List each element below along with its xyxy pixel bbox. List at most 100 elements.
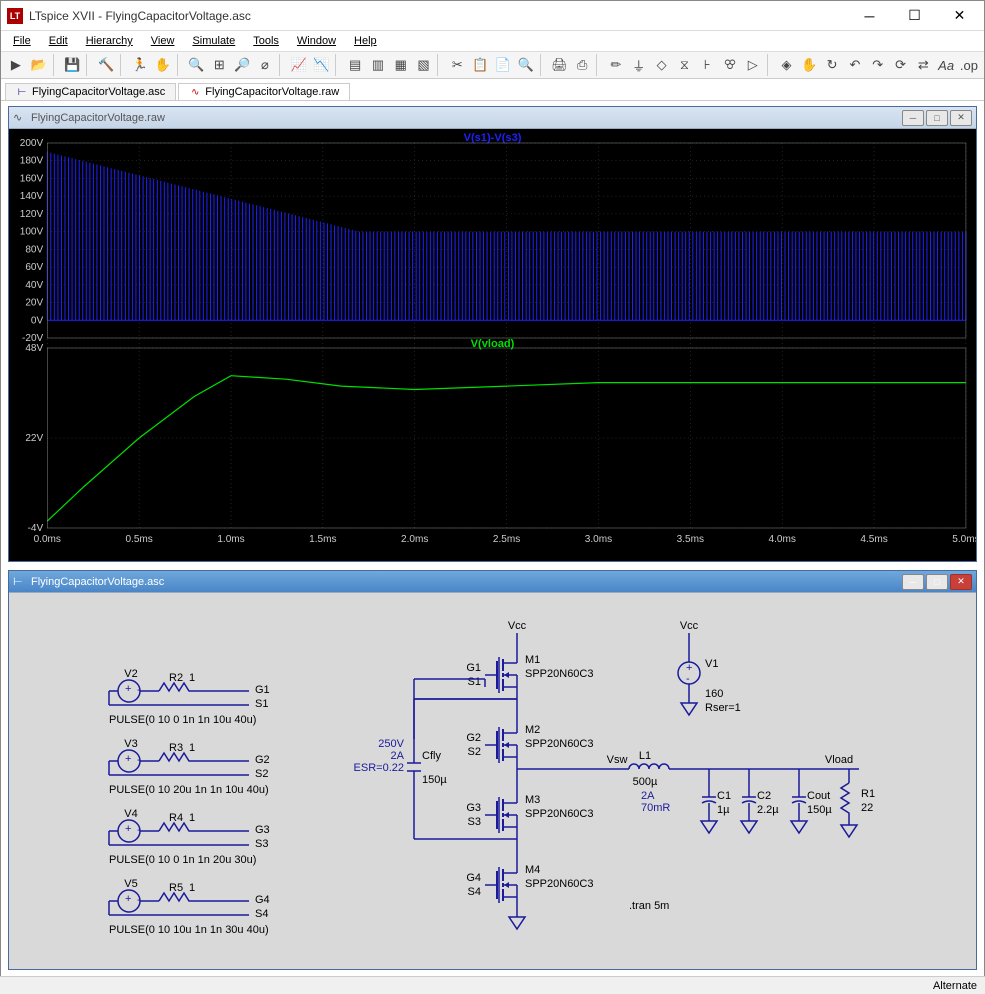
svg-text:R1: R1 bbox=[861, 788, 875, 800]
pick-trace-icon[interactable]: 📉 bbox=[311, 54, 333, 76]
svg-text:3.0ms: 3.0ms bbox=[585, 534, 612, 545]
inner-close-button[interactable]: ✕ bbox=[950, 110, 972, 126]
rotate-icon[interactable]: ⟳ bbox=[890, 54, 912, 76]
resistor-icon[interactable]: ⧖ bbox=[674, 54, 696, 76]
component-icon[interactable]: ◈ bbox=[776, 54, 798, 76]
inner-close-button[interactable]: ✕ bbox=[950, 574, 972, 590]
svg-text:+: + bbox=[125, 893, 131, 905]
print-setup-icon[interactable]: ⎙ bbox=[571, 54, 593, 76]
halt-icon[interactable]: ✋ bbox=[152, 54, 174, 76]
ground-icon[interactable]: ⏚ bbox=[628, 54, 650, 76]
new-schematic-icon[interactable]: ▶ bbox=[5, 54, 27, 76]
svg-text:G3: G3 bbox=[255, 824, 270, 836]
svg-text:2.5ms: 2.5ms bbox=[493, 534, 520, 545]
pan-icon[interactable]: ⊞ bbox=[208, 54, 230, 76]
mirror-icon[interactable]: ⇄ bbox=[912, 54, 934, 76]
capacitor-icon[interactable]: ⊦ bbox=[696, 54, 718, 76]
inductor-icon[interactable]: ꕢ bbox=[719, 54, 741, 76]
inner-minimize-button[interactable]: ─ bbox=[902, 574, 924, 590]
svg-text:80V: 80V bbox=[25, 244, 43, 255]
diode-icon[interactable]: ▷ bbox=[742, 54, 764, 76]
plot-window[interactable]: ∿ FlyingCapacitorVoltage.raw ─ □ ✕ -20V0… bbox=[8, 106, 977, 562]
svg-text:120V: 120V bbox=[20, 209, 44, 220]
cascade-icon[interactable]: ▦ bbox=[390, 54, 412, 76]
text-icon[interactable]: Aa bbox=[935, 54, 957, 76]
svg-text:1: 1 bbox=[189, 812, 195, 824]
svg-text:Cfly: Cfly bbox=[422, 750, 441, 762]
schematic-window[interactable]: ⊢ FlyingCapacitorVoltage.asc ─ □ ✕ +-V2R… bbox=[8, 570, 977, 970]
move-icon[interactable]: ✋ bbox=[798, 54, 820, 76]
inner-maximize-button[interactable]: □ bbox=[926, 574, 948, 590]
svg-text:140V: 140V bbox=[20, 191, 44, 202]
svg-text:2A: 2A bbox=[641, 790, 655, 802]
window-title: LTspice XVII - FlyingCapacitorVoltage.as… bbox=[29, 9, 847, 23]
plot-window-title-bar[interactable]: ∿ FlyingCapacitorVoltage.raw ─ □ ✕ bbox=[9, 107, 976, 129]
tab-asc[interactable]: ⊢ FlyingCapacitorVoltage.asc bbox=[5, 83, 176, 100]
schematic-window-title-bar[interactable]: ⊢ FlyingCapacitorVoltage.asc ─ □ ✕ bbox=[9, 571, 976, 593]
svg-text:S4: S4 bbox=[468, 886, 481, 898]
control-panel-icon[interactable]: 🔨 bbox=[95, 54, 117, 76]
inner-maximize-button[interactable]: □ bbox=[926, 110, 948, 126]
svg-text:-: - bbox=[137, 754, 141, 766]
schematic-canvas[interactable]: +-V2R21G1S1PULSE(0 10 0 1n 1n 10u 40u)+-… bbox=[9, 593, 976, 969]
svg-text:1.5ms: 1.5ms bbox=[309, 534, 336, 545]
svg-text:1.0ms: 1.0ms bbox=[217, 534, 244, 545]
zoom-fit-icon[interactable]: ⌀ bbox=[254, 54, 276, 76]
close-all-icon[interactable]: ▧ bbox=[413, 54, 435, 76]
draw-wire-icon[interactable]: ✏ bbox=[605, 54, 627, 76]
menu-edit[interactable]: Edit bbox=[41, 33, 76, 49]
svg-text:200V: 200V bbox=[20, 138, 44, 149]
svg-text:S3: S3 bbox=[255, 838, 268, 850]
menu-view[interactable]: View bbox=[143, 33, 183, 49]
maximize-button[interactable]: ☐ bbox=[892, 2, 937, 30]
svg-text:.tran 5m: .tran 5m bbox=[629, 900, 669, 912]
svg-text:C1: C1 bbox=[717, 790, 731, 802]
svg-text:2A: 2A bbox=[391, 750, 405, 762]
svg-text:G4: G4 bbox=[466, 872, 481, 884]
schematic-svg[interactable]: +-V2R21G1S1PULSE(0 10 0 1n 1n 10u 40u)+-… bbox=[9, 593, 976, 969]
plot-area[interactable]: -20V0V20V40V60V80V100V120V140V160V180V20… bbox=[9, 129, 976, 561]
redo-icon[interactable]: ↷ bbox=[867, 54, 889, 76]
schematic-icon: ⊢ bbox=[16, 86, 28, 98]
label-icon[interactable]: ◇ bbox=[651, 54, 673, 76]
minimize-button[interactable]: ─ bbox=[847, 2, 892, 30]
tile-vert-icon[interactable]: ▥ bbox=[367, 54, 389, 76]
find-icon[interactable]: 🔍 bbox=[515, 54, 537, 76]
undo-icon[interactable]: ↶ bbox=[844, 54, 866, 76]
menu-help[interactable]: Help bbox=[346, 33, 385, 49]
paste-icon[interactable]: 📄 bbox=[492, 54, 514, 76]
close-button[interactable]: ✕ bbox=[937, 2, 982, 30]
menu-tools[interactable]: Tools bbox=[245, 33, 287, 49]
svg-text:-4V: -4V bbox=[28, 523, 44, 534]
menu-file[interactable]: File bbox=[5, 33, 39, 49]
run-icon[interactable]: 🏃 bbox=[129, 54, 151, 76]
tile-horiz-icon[interactable]: ▤ bbox=[344, 54, 366, 76]
copy-icon[interactable]: 📋 bbox=[469, 54, 491, 76]
svg-text:5.0ms: 5.0ms bbox=[952, 534, 976, 545]
svg-text:V(s1)-V(s3): V(s1)-V(s3) bbox=[464, 132, 522, 144]
drag-icon[interactable]: ↻ bbox=[821, 54, 843, 76]
spice-directive-icon[interactable]: .op bbox=[958, 54, 980, 76]
menu-hierarchy[interactable]: Hierarchy bbox=[78, 33, 141, 49]
svg-text:SPP20N60C3: SPP20N60C3 bbox=[525, 668, 594, 680]
svg-text:1: 1 bbox=[189, 742, 195, 754]
svg-text:PULSE(0 10 10u 1n 1n 30u 40u): PULSE(0 10 10u 1n 1n 30u 40u) bbox=[109, 924, 269, 936]
menu-simulate[interactable]: Simulate bbox=[184, 33, 243, 49]
title-bar: LT LTspice XVII - FlyingCapacitorVoltage… bbox=[1, 1, 984, 31]
open-icon[interactable]: 📂 bbox=[28, 54, 50, 76]
plot-canvas[interactable]: -20V0V20V40V60V80V100V120V140V160V180V20… bbox=[9, 129, 976, 561]
tab-raw[interactable]: ∿ FlyingCapacitorVoltage.raw bbox=[178, 83, 350, 100]
menu-window[interactable]: Window bbox=[289, 33, 344, 49]
svg-text:ESR=0.22: ESR=0.22 bbox=[354, 762, 404, 774]
autorange-icon[interactable]: 📈 bbox=[288, 54, 310, 76]
waveform-icon: ∿ bbox=[13, 111, 27, 125]
zoom-out-icon[interactable]: 🔎 bbox=[231, 54, 253, 76]
svg-text:0.5ms: 0.5ms bbox=[125, 534, 152, 545]
save-icon[interactable]: 💾 bbox=[62, 54, 84, 76]
inner-minimize-button[interactable]: ─ bbox=[902, 110, 924, 126]
svg-text:Vload: Vload bbox=[825, 754, 853, 766]
zoom-in-icon[interactable]: 🔍 bbox=[186, 54, 208, 76]
cut-icon[interactable]: ✂ bbox=[446, 54, 468, 76]
print-icon[interactable]: 🖨 bbox=[549, 54, 571, 76]
svg-text:250V: 250V bbox=[378, 738, 404, 750]
